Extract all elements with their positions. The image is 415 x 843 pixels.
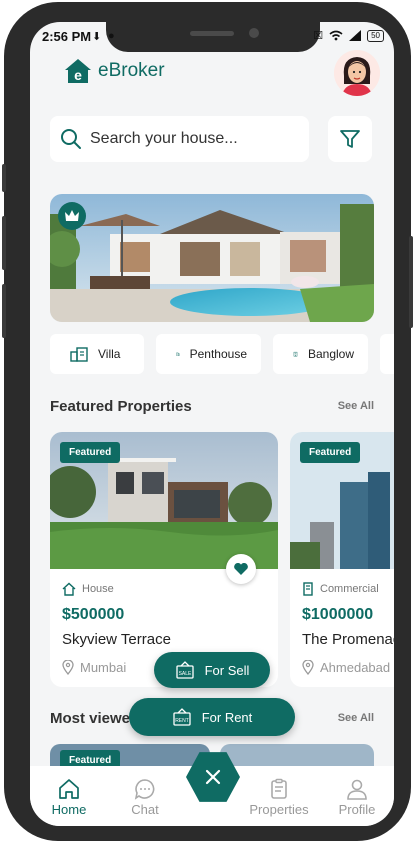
villa-pool-image xyxy=(50,194,374,322)
nav-profile[interactable]: Profile xyxy=(322,778,392,817)
property-type: House xyxy=(62,582,114,596)
house-logo-icon: e xyxy=(65,59,91,83)
featured-badge: Featured xyxy=(60,442,121,463)
heart-icon xyxy=(234,562,248,575)
penthouse-icon xyxy=(176,352,180,356)
premium-badge xyxy=(58,202,86,230)
category-label: Penthouse xyxy=(189,347,247,361)
signal-icon xyxy=(349,30,362,41)
for-rent-button[interactable]: RENT For Rent xyxy=(129,698,295,736)
phone-frame: 2:56 PM ⬇ ● ☒ 50 e eBroker Search your h… xyxy=(2,2,413,841)
search-bar[interactable]: Search your house... xyxy=(50,116,309,162)
user-avatar[interactable] xyxy=(334,50,380,96)
house-icon xyxy=(62,582,76,596)
svg-text:e: e xyxy=(74,67,82,83)
search-icon xyxy=(61,129,81,149)
avatar-illustration xyxy=(334,50,380,96)
sale-tag-icon: SALE xyxy=(175,661,194,679)
crown-icon xyxy=(65,210,79,221)
most-viewed-see-all-link[interactable]: See All xyxy=(338,712,374,724)
status-bar: 2:56 PM ⬇ ● ☒ 50 xyxy=(30,29,394,47)
properties-icon xyxy=(271,778,287,799)
property-name: Skyview Terrace xyxy=(62,631,171,648)
property-price: $1000000 xyxy=(302,606,374,623)
filter-button[interactable] xyxy=(328,116,372,162)
for-rent-label: For Rent xyxy=(201,709,253,725)
side-button xyxy=(2,164,6,192)
status-icons: ☒ 50 xyxy=(313,29,384,42)
nav-properties[interactable]: Properties xyxy=(244,778,314,817)
property-price: $500000 xyxy=(62,606,125,623)
nav-home-label: Home xyxy=(51,802,87,817)
most-viewed-title: Most viewed xyxy=(50,710,140,727)
for-sell-button[interactable]: SALE For Sell xyxy=(154,652,270,688)
property-location: Mumbai xyxy=(62,660,126,675)
status-time: 2:56 PM xyxy=(42,29,92,44)
home-icon xyxy=(59,779,79,799)
chat-icon xyxy=(134,779,155,800)
category-next[interactable] xyxy=(380,334,394,374)
property-name: The Promenade xyxy=(302,631,394,648)
rent-tag-icon: RENT xyxy=(173,708,191,726)
close-icon xyxy=(205,769,221,785)
property-card[interactable]: Featured Commercial $1000000 The Promena… xyxy=(290,432,394,687)
location-pin-icon xyxy=(62,660,74,675)
hero-banner[interactable] xyxy=(50,194,374,322)
brand-name: eBroker xyxy=(98,60,165,81)
filter-icon xyxy=(340,130,360,148)
search-input[interactable]: Search your house... xyxy=(90,130,238,148)
side-button xyxy=(2,216,6,270)
nav-properties-label: Properties xyxy=(249,802,309,817)
battery-indicator: 50 xyxy=(367,29,384,42)
favorite-button[interactable] xyxy=(226,554,256,584)
category-label: Banglow xyxy=(307,347,354,361)
featured-badge: Featured xyxy=(300,442,361,463)
property-location-label: Ahmedabad xyxy=(320,660,391,675)
app-screen: 2:56 PM ⬇ ● ☒ 50 e eBroker Search your h… xyxy=(30,22,394,826)
profile-icon xyxy=(347,779,367,800)
property-card[interactable]: Featured House $500000 Skyview Terrace M… xyxy=(50,432,278,687)
facebook-icon: ● xyxy=(108,30,115,42)
app-logo: e eBroker xyxy=(64,58,165,84)
property-location-label: Mumbai xyxy=(80,660,127,675)
property-type-label: Commercial xyxy=(320,583,379,595)
category-list: Villa Penthouse Banglow xyxy=(50,334,394,374)
rent-tag-text: RENT xyxy=(175,718,189,724)
side-button xyxy=(2,284,6,338)
location-pin-icon xyxy=(302,660,314,675)
commercial-icon xyxy=(303,582,313,596)
category-villa[interactable]: Villa xyxy=(50,334,144,374)
wifi-icon xyxy=(329,30,343,41)
villa-icon xyxy=(70,347,88,362)
sale-tag-text: SALE xyxy=(178,671,191,677)
property-location: Ahmedabad xyxy=(302,660,390,675)
banglow-icon xyxy=(293,351,298,357)
property-type: Commercial xyxy=(302,582,379,596)
featured-see-all-link[interactable]: See All xyxy=(338,400,374,412)
featured-title: Featured Properties xyxy=(50,398,192,415)
property-type-label: House xyxy=(82,583,114,595)
nav-chat[interactable]: Chat xyxy=(110,778,180,817)
nav-chat-label: Chat xyxy=(131,802,159,817)
category-label: Villa xyxy=(98,347,121,361)
download-icon: ⬇ xyxy=(92,31,102,43)
category-penthouse[interactable]: Penthouse xyxy=(156,334,261,374)
category-banglow[interactable]: Banglow xyxy=(273,334,368,374)
nav-profile-label: Profile xyxy=(338,802,376,817)
nav-home[interactable]: Home xyxy=(34,778,104,817)
notification-icon: ☒ xyxy=(313,30,324,42)
for-sell-label: For Sell xyxy=(204,662,250,678)
side-button xyxy=(409,236,413,328)
